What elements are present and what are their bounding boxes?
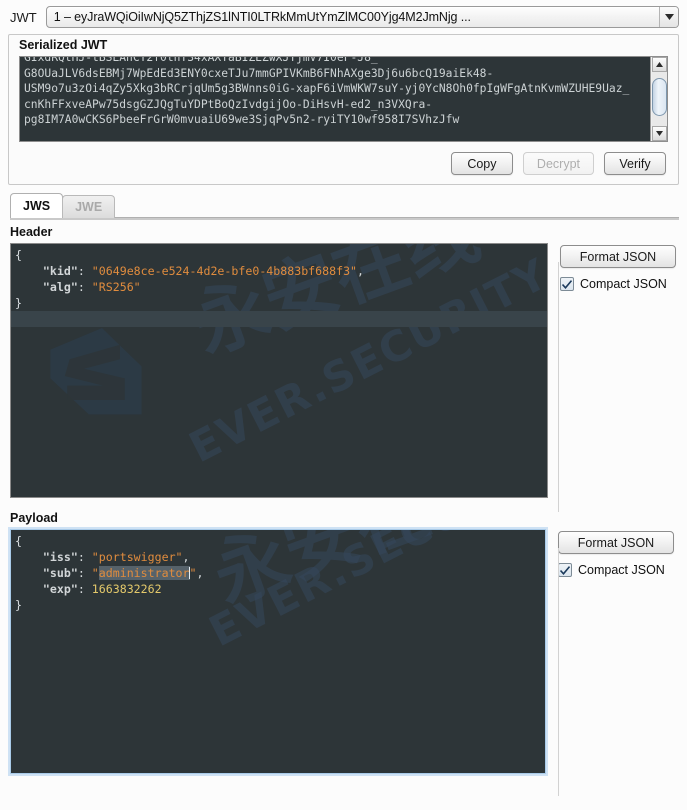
payload-json-code: { "iss": "portswigger", "sub": "administ… (15, 534, 204, 612)
payload-compact-json-row[interactable]: Compact JSON (558, 563, 665, 577)
serialized-jwt-panel: Serialized JWT GIxdRQtHJ-tBSLAnCY2f0thT3… (8, 34, 679, 185)
header-format-json-button[interactable]: Format JSON (560, 245, 676, 268)
payload-json-editor[interactable]: 永安在线 EVER.SECURITY { "iss": "portswigger… (10, 529, 546, 774)
jwt-actions-row: Copy Decrypt Verify (9, 142, 678, 184)
chevron-down-icon[interactable] (659, 7, 678, 27)
checkmark-icon[interactable] (558, 563, 572, 577)
payload-editor-row: 永安在线 EVER.SECURITY { "iss": "portswigger… (10, 529, 677, 774)
copy-button[interactable]: Copy (450, 152, 513, 175)
header-compact-json-label: Compact JSON (580, 277, 667, 291)
scrollbar-thumb[interactable] (651, 78, 667, 116)
scrollbar-track[interactable] (651, 72, 667, 126)
checkmark-icon[interactable] (560, 277, 574, 291)
header-json-code: { "kid": "0649e8ce-e524-4d2e-bfe0-4b883b… (15, 248, 365, 310)
header-compact-json-row[interactable]: Compact JSON (560, 277, 667, 291)
header-editor-row: 永安在线 EVER.SECURITY { "kid": "0649e8ce-e5… (10, 243, 677, 498)
jwt-selector-row: JWT 1 – eyJraWQiOiIwNjQ5ZThjZS1lNTI0LTRk… (0, 0, 687, 34)
payload-side-controls: Format JSON Compact JSON (546, 529, 677, 774)
serialized-jwt-title: Serialized JWT (19, 38, 108, 52)
scroll-up-arrow-icon[interactable] (651, 57, 667, 72)
jwt-select[interactable]: 1 – eyJraWQiOiIwNjQ5ZThjZS1lNTI0LTRkMmUt… (45, 6, 679, 28)
payload-compact-json-label: Compact JSON (578, 563, 665, 577)
tab-jws[interactable]: JWS (10, 193, 64, 218)
header-divider (558, 262, 559, 512)
jwt-editor-window: JWT 1 – eyJraWQiOiIwNjQ5ZThjZS1lNTI0LTRk… (0, 0, 687, 810)
serialized-jwt-scrollbar[interactable] (650, 57, 667, 141)
serialized-jwt-textarea[interactable]: GIxdRQtHJ-tBSLAnCY2f0thT34xAXYaBIZEZwXJY… (19, 56, 668, 142)
header-title: Header (10, 225, 53, 239)
scroll-down-arrow-icon[interactable] (651, 126, 667, 141)
payload-section: Payload 永安在线 EVER.SECURITY { "iss": "por… (0, 508, 687, 774)
jwt-select-value: 1 – eyJraWQiOiIwNjQ5ZThjZS1lNTI0LTRkMmUt… (53, 10, 471, 24)
serialized-jwt-text: GIxdRQtHJ-tBSLAnCY2f0thT34xAXYaBIZEZwXJY… (24, 56, 630, 126)
jws-jwe-tabs-area: JWS JWE (0, 185, 687, 218)
jwt-label: JWT (10, 9, 37, 25)
verify-button[interactable]: Verify (604, 152, 666, 175)
payload-format-json-button[interactable]: Format JSON (558, 531, 674, 554)
header-section: Header 永安在线 EVER.SECURITY { "kid": "0649… (0, 222, 687, 498)
payload-title: Payload (10, 511, 58, 525)
header-side-controls: Format JSON Compact JSON (548, 243, 677, 498)
tab-strip: JWS JWE (10, 193, 687, 218)
header-json-editor[interactable]: 永安在线 EVER.SECURITY { "kid": "0649e8ce-e5… (10, 243, 548, 498)
tab-jwe[interactable]: JWE (62, 195, 116, 218)
payload-divider (558, 548, 559, 796)
decrypt-button: Decrypt (522, 152, 594, 175)
